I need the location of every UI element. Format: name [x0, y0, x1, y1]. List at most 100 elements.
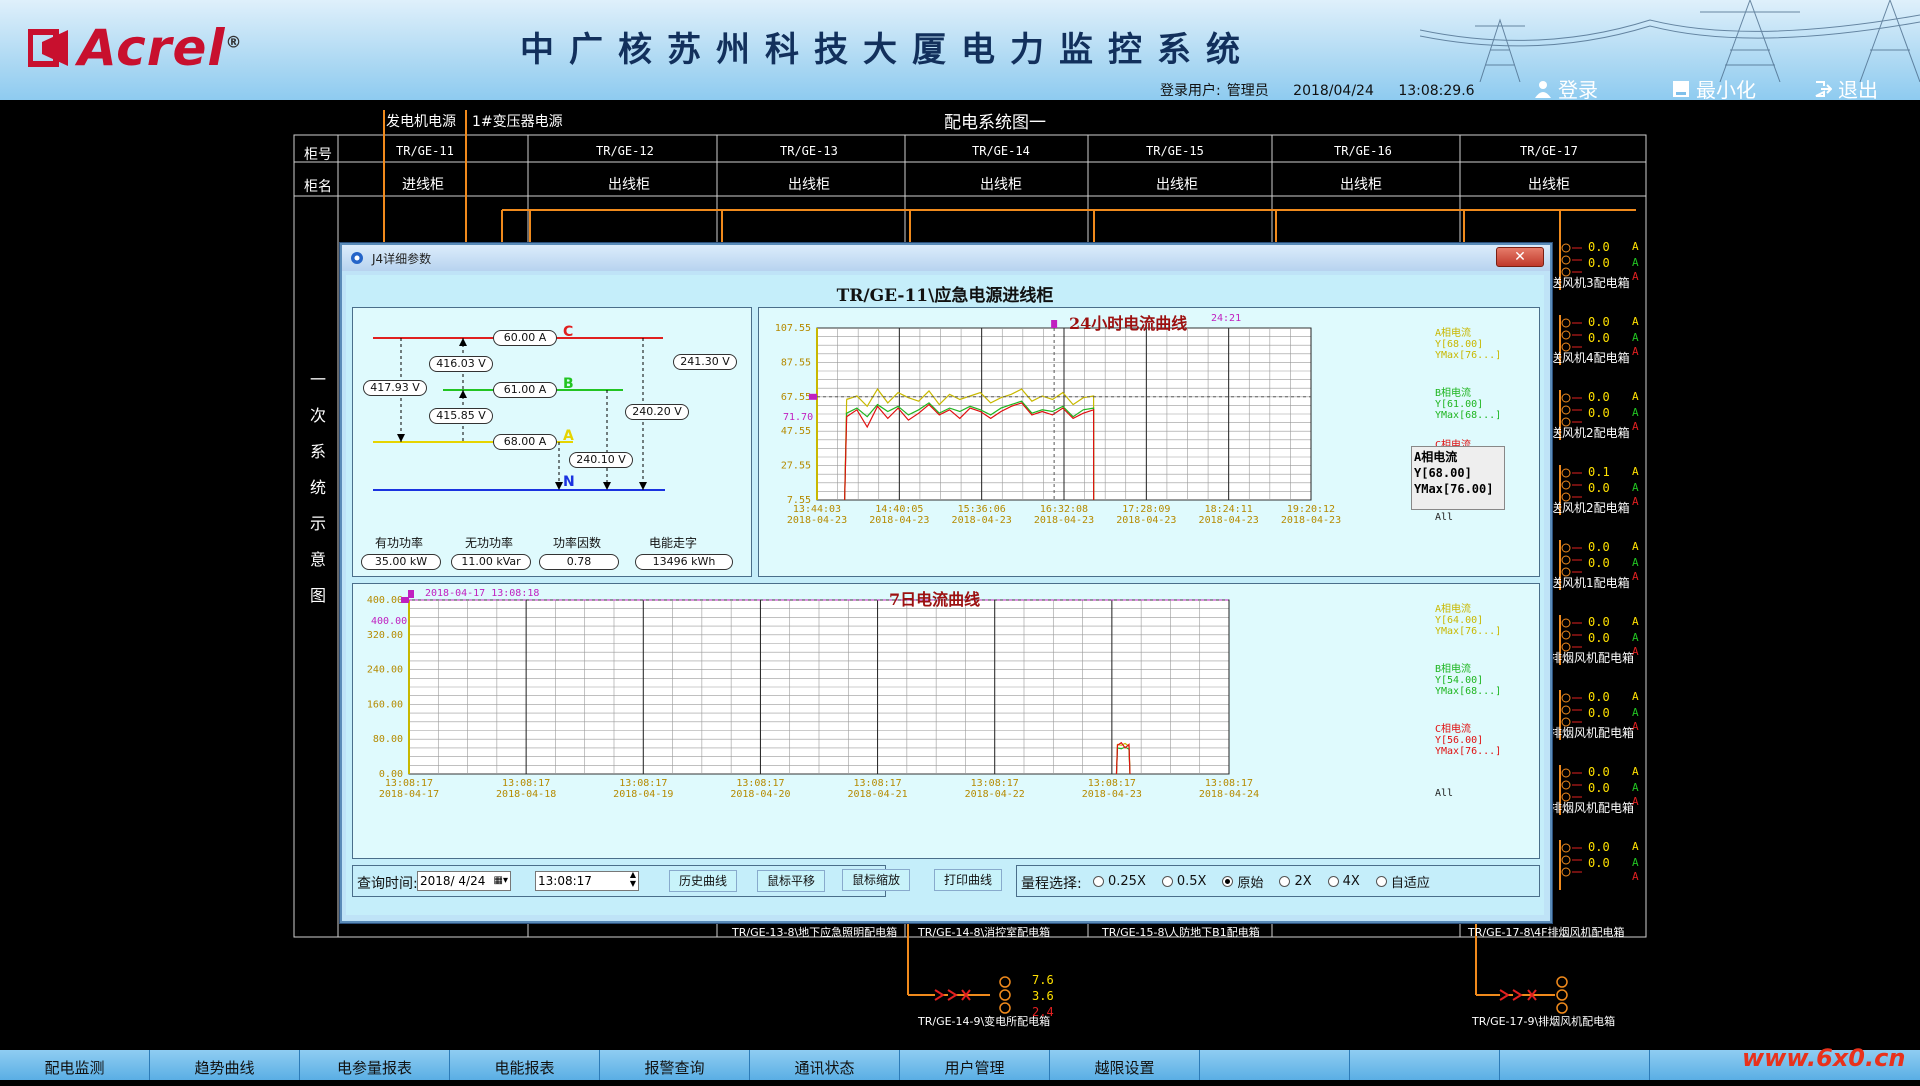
- phase-tag: A: [1632, 556, 1639, 569]
- phase-c-label: C: [563, 324, 574, 340]
- chart-7d-legend-a: A相电流 Y[64.00] YMax[76...]: [1435, 604, 1501, 637]
- metric-active-power: 35.00 kW: [361, 554, 441, 570]
- branch-name: 送风机3配电箱: [1550, 276, 1630, 290]
- range-option-label: 0.5X: [1176, 874, 1207, 889]
- nav-item[interactable]: [1500, 1050, 1650, 1080]
- nav-item[interactable]: 电参量报表: [300, 1050, 450, 1080]
- minimize-button[interactable]: 最小化: [1672, 74, 1756, 103]
- current-a: 68.00 A: [493, 434, 557, 450]
- history-curve-button[interactable]: 历史曲线: [669, 870, 737, 892]
- legend-ymax: YMax[76...]: [1435, 746, 1502, 757]
- branch-row: 0.0 0.0 A A A 送风机1配电箱: [1550, 540, 1920, 610]
- cabinet-name: 出线柜: [1156, 177, 1198, 193]
- phase-tag: A: [1632, 840, 1639, 853]
- cabinet-no: TR/GE-16: [1334, 144, 1392, 158]
- radio-icon[interactable]: [1161, 876, 1173, 887]
- branch-value-a: 0.0: [1588, 615, 1610, 629]
- branch-value-a: 0.0: [1588, 390, 1610, 404]
- phase-tag: A: [1632, 570, 1639, 583]
- x-tick-time: 13:08:17: [736, 778, 784, 789]
- range-option[interactable]: 0.5X: [1161, 872, 1207, 891]
- vertical-char: 次: [309, 406, 326, 425]
- dialog-titlebar[interactable]: J4详细参数 ✕: [342, 245, 1550, 271]
- voltage-b-n: 240.20 V: [625, 404, 689, 420]
- legend-name: A相电流: [1435, 604, 1472, 615]
- nav-item[interactable]: 用户管理: [900, 1050, 1050, 1080]
- phase-tag: A: [1632, 631, 1639, 644]
- metric-energy: 13496 kWh: [635, 554, 733, 570]
- date-picker[interactable]: 2018/ 4/24 ▦▾: [417, 871, 511, 891]
- nav-item[interactable]: 配电监测: [0, 1050, 150, 1080]
- range-option[interactable]: 2X: [1279, 872, 1312, 891]
- radio-icon[interactable]: [1222, 876, 1234, 887]
- range-option-label: 原始: [1237, 876, 1264, 891]
- time-spinner[interactable]: 13:08:17 ▲ ▼: [535, 870, 639, 891]
- nav-item[interactable]: [1350, 1050, 1500, 1080]
- watermark: www.6x0.cn: [1742, 1044, 1906, 1072]
- nav-item[interactable]: 通讯状态: [750, 1050, 900, 1080]
- mouse-pan-button[interactable]: 鼠标平移: [757, 870, 825, 892]
- x-tick-date: 2018-04-23: [952, 515, 1012, 526]
- user-label: 登录用户:: [1160, 83, 1221, 99]
- phase-tag: A: [1632, 331, 1639, 344]
- range-option[interactable]: 原始: [1222, 872, 1263, 891]
- x-tick-date: 2018-04-23: [1082, 789, 1142, 800]
- branch-value-a: 0.0: [1588, 540, 1610, 554]
- phase-tag: A: [1632, 481, 1639, 494]
- branch-name: 送风机4配电箱: [1550, 351, 1630, 365]
- chart-7d[interactable]: 400.00320.00240.00160.0080.000.0013:08:1…: [353, 584, 1539, 858]
- phase-tag: A: [1632, 870, 1639, 883]
- x-tick-time: 19:20:12: [1287, 504, 1335, 515]
- branch-value-a: 0.0: [1588, 690, 1610, 704]
- cabinet-name: 出线柜: [788, 177, 830, 193]
- x-tick-date: 2018-04-18: [496, 789, 556, 800]
- branch-value-b: 0.0: [1588, 631, 1610, 645]
- chart-7d-legend-all[interactable]: All: [1435, 788, 1453, 799]
- login-button[interactable]: 登录: [1534, 74, 1598, 103]
- minimize-icon: [1673, 80, 1689, 97]
- branch-value-b: 0.0: [1588, 856, 1610, 870]
- nav-item[interactable]: 越限设置: [1050, 1050, 1200, 1080]
- mouse-zoom-button[interactable]: 鼠标缩放: [842, 869, 910, 891]
- branch-name: 排烟风机配电箱: [1550, 651, 1635, 665]
- x-tick-time: 16:32:08: [1040, 504, 1088, 515]
- legend-y: Y[61.00]: [1435, 399, 1484, 410]
- radio-icon[interactable]: [1279, 876, 1291, 887]
- chart-24h-cursor-value: 71.70: [783, 412, 814, 423]
- phase-tag: A: [1632, 465, 1639, 478]
- chart-24h-legend-all[interactable]: All: [1435, 512, 1453, 523]
- nav-item[interactable]: 电能报表: [450, 1050, 600, 1080]
- x-tick-date: 2018-04-20: [730, 789, 790, 800]
- close-button[interactable]: ✕: [1496, 247, 1544, 267]
- phase-tag: A: [1632, 240, 1639, 253]
- power-tower-icon: [1420, 0, 1920, 82]
- legend-y: Y[56.00]: [1435, 735, 1484, 746]
- x-tick-date: 2018-04-23: [1034, 515, 1094, 526]
- chart-24h-tooltip: A相电流 Y[68.00] YMax[76.00]: [1411, 446, 1505, 510]
- nav-item[interactable]: 报警查询: [600, 1050, 750, 1080]
- spinner-icon[interactable]: ▲ ▼: [630, 870, 636, 888]
- nav-item[interactable]: [1200, 1050, 1350, 1080]
- radio-icon[interactable]: [1327, 876, 1339, 887]
- branch-value: 3.6: [1032, 989, 1054, 1003]
- electrical-panel: C B A N 60.00 A 61.00 A 68.00 A 416.03 V…: [352, 307, 752, 577]
- print-curve-button[interactable]: 打印曲线: [934, 869, 1002, 891]
- radio-icon[interactable]: [1375, 876, 1387, 887]
- phase-tag: A: [1632, 406, 1639, 419]
- radio-icon[interactable]: [1093, 876, 1104, 887]
- nav-item[interactable]: 趋势曲线: [150, 1050, 300, 1080]
- voltage-bc: 415.85 V: [429, 408, 493, 424]
- range-option[interactable]: 0.25X: [1093, 872, 1146, 891]
- legend-y: Y[68.00]: [1435, 339, 1484, 350]
- chart-24h[interactable]: 107.5587.5567.5547.5527.557.5513:44:0320…: [759, 308, 1539, 576]
- branch-value-b: 0.0: [1588, 331, 1610, 345]
- cabinet-no: TR/GE-15: [1146, 144, 1204, 158]
- range-option[interactable]: 4X: [1327, 872, 1360, 891]
- phase-tag: A: [1632, 615, 1639, 628]
- cabinet-name: 出线柜: [980, 177, 1022, 193]
- exit-button[interactable]: 退出: [1814, 74, 1878, 103]
- metric-value: 35.00: [374, 555, 407, 568]
- diagram-title: 配电系统图一: [944, 113, 1046, 133]
- chart-7d-legend-c: C相电流 Y[56.00] YMax[76...]: [1435, 724, 1501, 757]
- range-option[interactable]: 自适应: [1375, 872, 1430, 891]
